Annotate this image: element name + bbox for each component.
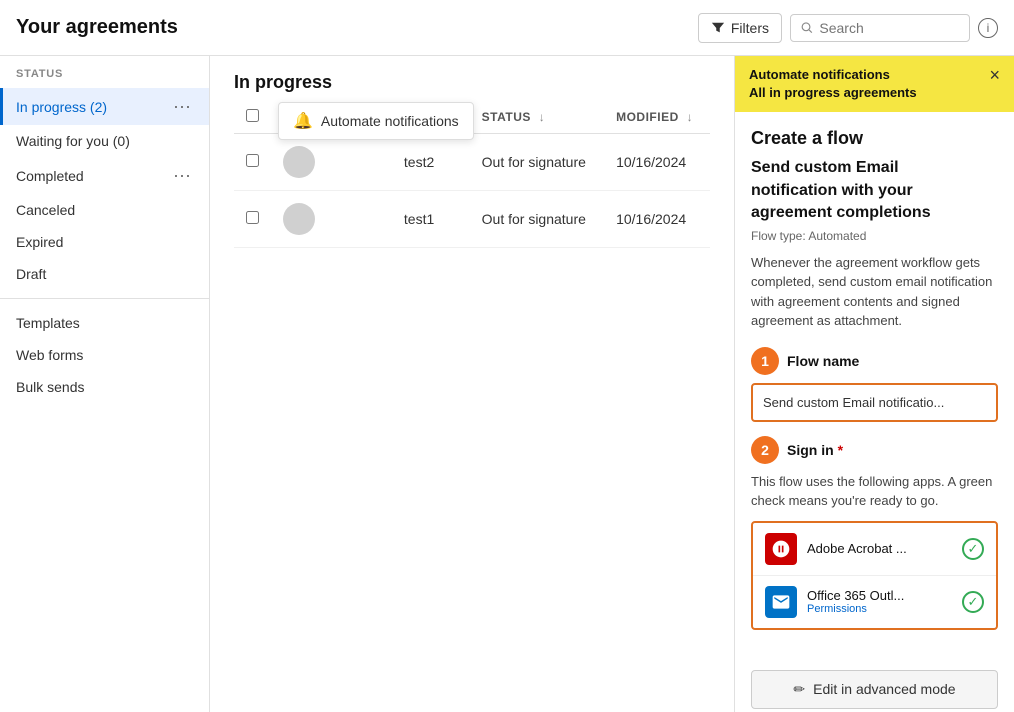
panel-description: Whenever the agreement workflow gets com…: [751, 253, 998, 331]
sidebar-item-expired[interactable]: Expired: [0, 226, 209, 258]
row-checkbox-cell: [234, 191, 271, 248]
sidebar-item-draft[interactable]: Draft: [0, 258, 209, 290]
row-modified: 10/16/2024: [604, 134, 710, 191]
row-modified: 10/16/2024: [604, 191, 710, 248]
filter-icon: [711, 21, 725, 35]
sidebar-item-templates[interactable]: Templates: [0, 307, 209, 339]
sort-icon: ↓: [687, 110, 694, 124]
sidebar-item-label: In progress (2): [16, 99, 171, 115]
outlook-name-block: Office 365 Outl... Permissions: [807, 588, 952, 615]
right-panel: Automate notifications All in progress a…: [734, 56, 1014, 712]
page-title: Your agreements: [16, 16, 698, 39]
pencil-icon: ✏: [793, 681, 805, 698]
step1-circle: 1: [751, 347, 779, 375]
sidebar-divider: [0, 298, 209, 299]
sidebar-item-bulk-sends[interactable]: Bulk sends: [0, 371, 209, 403]
automate-tooltip[interactable]: 🔔 Automate notifications: [278, 102, 474, 140]
sidebar-item-label: Expired: [16, 234, 193, 250]
sort-icon: ↓: [539, 110, 546, 124]
filters-button[interactable]: Filters: [698, 13, 782, 43]
sidebar-item-menu[interactable]: ···: [171, 96, 193, 117]
acrobat-name-block: Adobe Acrobat ...: [807, 541, 952, 556]
row-checkbox-cell: [234, 134, 271, 191]
row-recipients: [271, 191, 392, 248]
app-row-outlook[interactable]: Office 365 Outl... Permissions ✓: [753, 575, 996, 628]
sidebar-item-canceled[interactable]: Canceled: [0, 194, 209, 226]
panel-title: Create a flow: [751, 128, 998, 149]
signin-description: This flow uses the following apps. A gre…: [751, 472, 998, 511]
row-status: Out for signature: [470, 191, 604, 248]
flow-name-section: 1 Flow name: [751, 347, 998, 422]
sidebar-item-web-forms[interactable]: Web forms: [0, 339, 209, 371]
search-icon: [801, 21, 813, 35]
row-checkbox[interactable]: [246, 211, 259, 224]
flow-name-box: [751, 383, 998, 422]
select-all-checkbox[interactable]: [246, 109, 259, 122]
panel-close-button[interactable]: ×: [989, 66, 1000, 84]
panel-subtitle: Send custom Email notification with your…: [751, 157, 998, 224]
col-checkbox: [234, 101, 271, 134]
search-box: [790, 14, 970, 42]
flow-name-input[interactable]: [753, 387, 996, 418]
outlook-icon: [765, 586, 797, 618]
step2-header: 2 Sign in *: [751, 436, 998, 464]
edit-advanced-button[interactable]: ✏ Edit in advanced mode: [751, 670, 998, 709]
sidebar-item-label: Draft: [16, 266, 193, 282]
col-modified: MODIFIED ↓: [604, 101, 710, 134]
sidebar-item-label: Waiting for you (0): [16, 133, 193, 149]
sidebar-item-label: Canceled: [16, 202, 193, 218]
avatar: [283, 203, 315, 235]
step1-header: 1 Flow name: [751, 347, 998, 375]
row-title: test2: [392, 134, 470, 191]
sidebar: STATUS In progress (2) ··· Waiting for y…: [0, 56, 210, 712]
acrobat-icon: [765, 533, 797, 565]
apps-box: Adobe Acrobat ... ✓ Office 365 Outl...: [751, 521, 998, 630]
panel-banner: Automate notifications All in progress a…: [735, 56, 1014, 112]
signin-section: 2 Sign in * This flow uses the following…: [751, 436, 998, 630]
step2-label: Sign in *: [787, 442, 843, 458]
table-row[interactable]: test2 Out for signature 10/16/2024: [234, 134, 710, 191]
outlook-name: Office 365 Outl...: [807, 588, 952, 603]
sidebar-item-menu[interactable]: ···: [171, 165, 193, 186]
bell-icon: 🔔: [293, 111, 313, 131]
content-area: In progress 🔔 Automate notifications REC…: [210, 56, 734, 712]
search-input[interactable]: [819, 20, 959, 36]
banner-text: Automate notifications All in progress a…: [749, 66, 917, 102]
info-icon[interactable]: i: [978, 18, 998, 38]
sidebar-item-waiting[interactable]: Waiting for you (0): [0, 125, 209, 157]
automate-tooltip-label: Automate notifications: [321, 113, 459, 129]
col-status: STATUS ↓: [470, 101, 604, 134]
panel-body: Create a flow Send custom Email notifica…: [735, 112, 1014, 659]
table-row[interactable]: test1 Out for signature 10/16/2024: [234, 191, 710, 248]
content-section-title: In progress: [210, 56, 734, 101]
status-section-label: STATUS: [0, 68, 209, 88]
edit-advanced-label: Edit in advanced mode: [813, 681, 955, 697]
sidebar-item-label: Completed: [16, 168, 171, 184]
acrobat-name: Adobe Acrobat ...: [807, 541, 952, 556]
avatar: [283, 146, 315, 178]
step1-label: Flow name: [787, 353, 859, 369]
flow-type-label: Flow type: Automated: [751, 229, 998, 243]
sidebar-item-completed[interactable]: Completed ···: [0, 157, 209, 194]
row-recipients: [271, 134, 392, 191]
row-checkbox[interactable]: [246, 154, 259, 167]
sidebar-item-in-progress[interactable]: In progress (2) ···: [0, 88, 209, 125]
app-row-acrobat[interactable]: Adobe Acrobat ... ✓: [753, 523, 996, 575]
row-title: test1: [392, 191, 470, 248]
required-marker: *: [838, 442, 843, 458]
outlook-check: ✓: [962, 591, 984, 613]
step2-circle: 2: [751, 436, 779, 464]
main-layout: STATUS In progress (2) ··· Waiting for y…: [0, 56, 1014, 712]
outlook-permissions[interactable]: Permissions: [807, 603, 952, 615]
row-status: Out for signature: [470, 134, 604, 191]
acrobat-check: ✓: [962, 538, 984, 560]
agreements-table: RECIPIENTS ↓ TITLE ↓ STATUS ↓ MODIFIED: [210, 101, 734, 712]
top-header: Your agreements Filters i: [0, 0, 1014, 56]
